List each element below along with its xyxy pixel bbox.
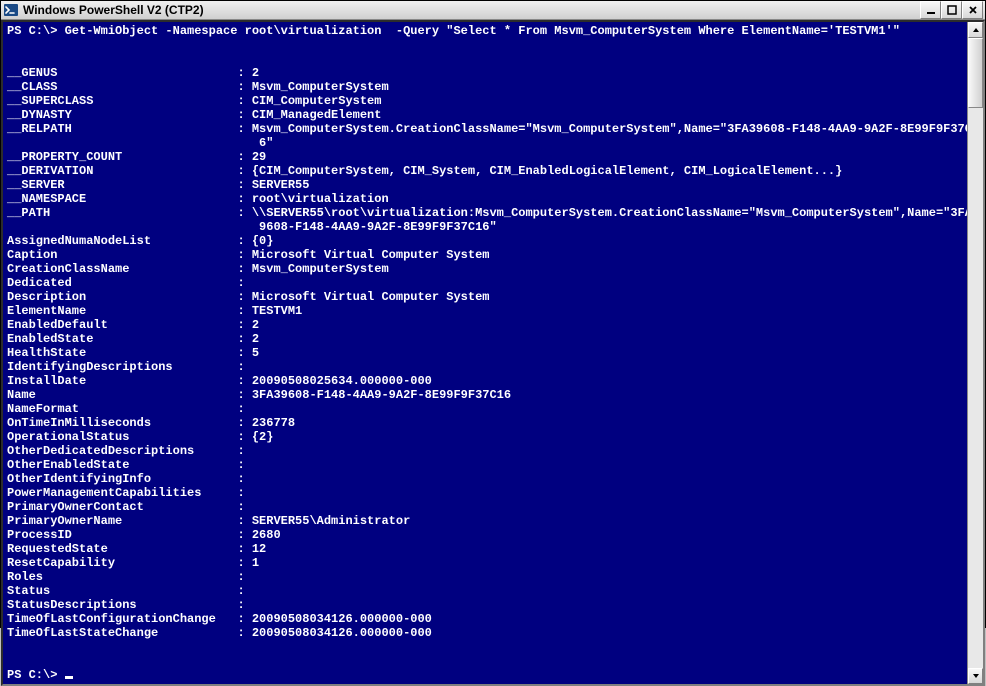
terminal-output[interactable]: PS C:\> Get-WmiObject -Namespace root\vi… [3, 22, 967, 684]
maximize-button[interactable] [941, 1, 962, 19]
scroll-down-button[interactable] [968, 668, 983, 684]
powershell-window: Windows PowerShell V2 (CTP2) PS C:\> Get… [0, 0, 986, 628]
scroll-track[interactable] [968, 38, 983, 668]
scroll-thumb[interactable] [968, 38, 983, 108]
titlebar[interactable]: Windows PowerShell V2 (CTP2) [1, 1, 985, 20]
app-icon [3, 2, 19, 18]
minimize-button[interactable] [920, 1, 941, 19]
scroll-up-button[interactable] [968, 22, 983, 38]
window-buttons [920, 1, 983, 19]
window-title: Windows PowerShell V2 (CTP2) [23, 3, 920, 17]
close-button[interactable] [962, 1, 983, 19]
terminal-area: PS C:\> Get-WmiObject -Namespace root\vi… [1, 20, 985, 686]
cursor [65, 676, 73, 679]
vertical-scrollbar[interactable] [967, 22, 983, 684]
